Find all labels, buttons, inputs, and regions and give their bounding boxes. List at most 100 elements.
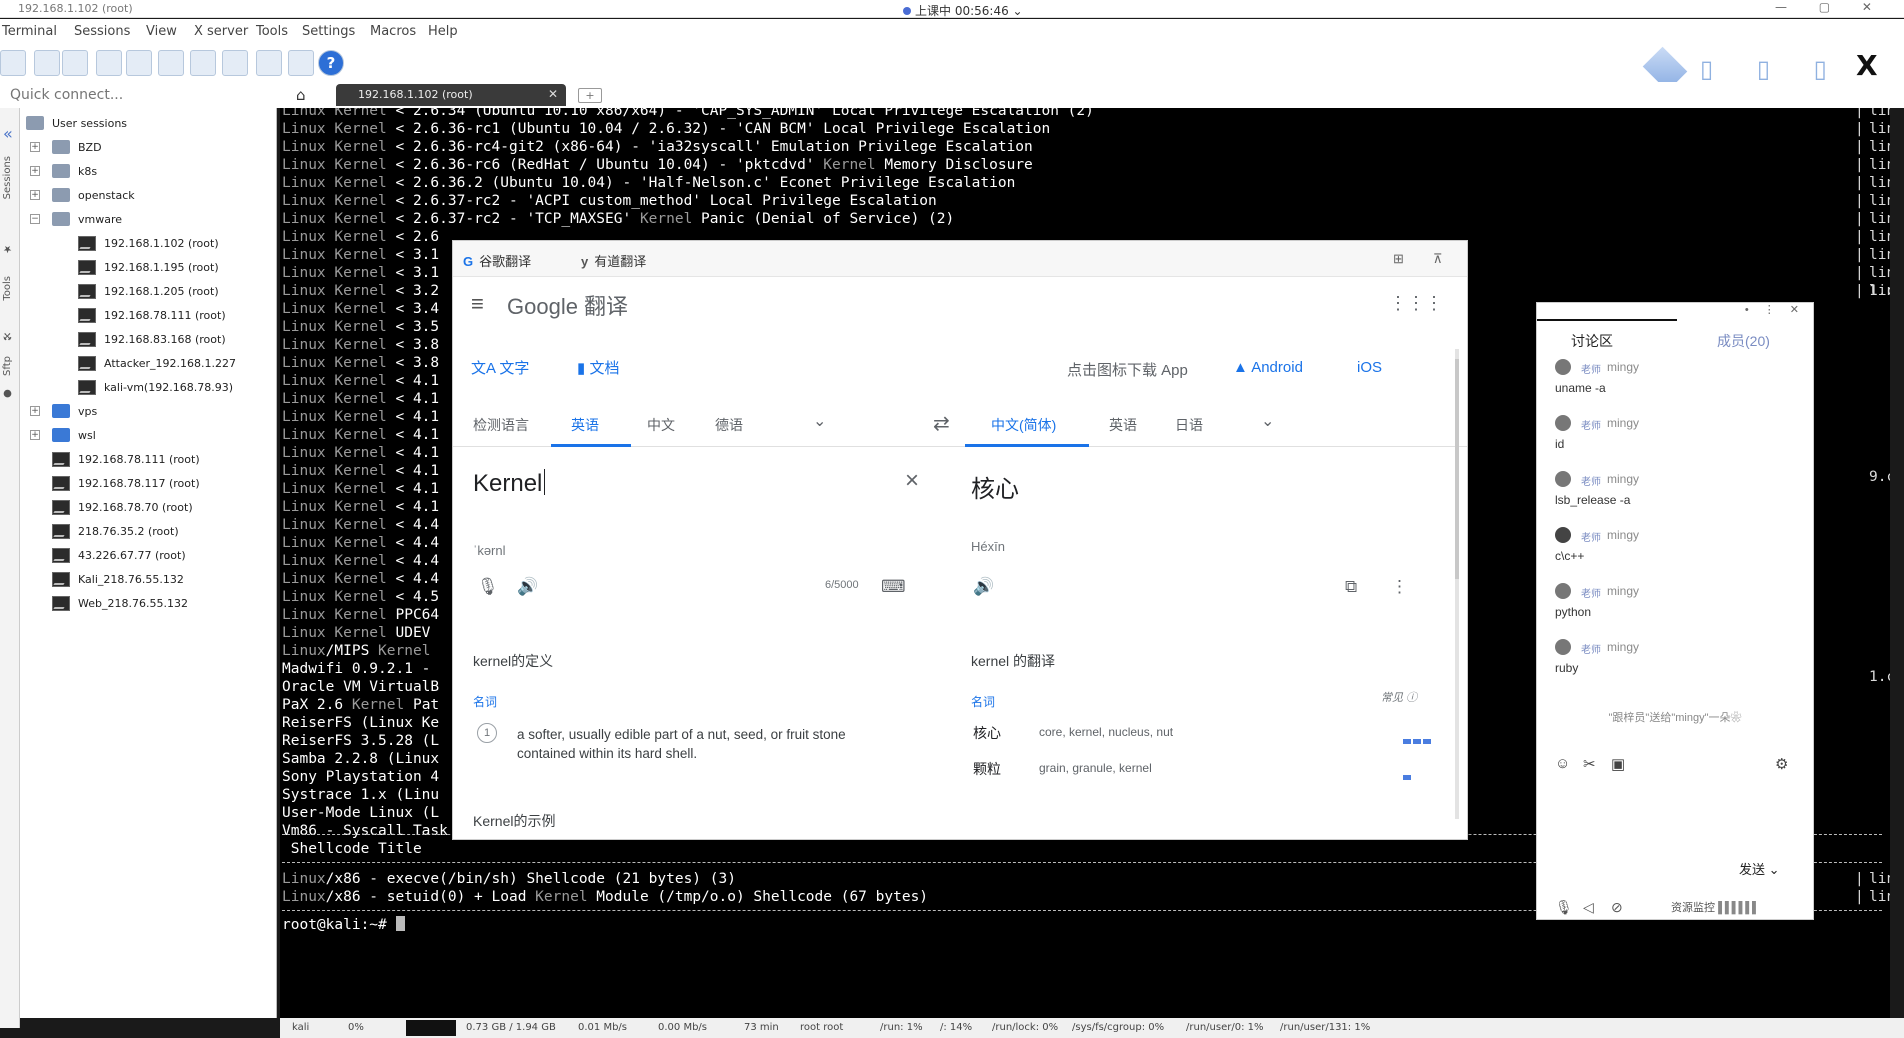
packages-icon[interactable] <box>288 50 314 76</box>
speaker-icon[interactable]: 🔊 <box>517 577 538 597</box>
session-icon[interactable] <box>0 50 26 76</box>
window-titlebar: 192.168.1.102 (root) 上课中 00:56:46 ⌄ — ▢ … <box>0 0 1904 18</box>
speaker-icon[interactable]: 🔊 <box>973 577 994 597</box>
image-icon[interactable]: ▣ <box>1611 755 1625 773</box>
path-fragment: 1.c <box>1869 283 1890 299</box>
definition-number: 1 <box>477 723 497 743</box>
terminal-line: Linux Kernel < 2.6.36-rc1 (Ubuntu 10.04 … <box>282 121 1051 137</box>
column-separator: | <box>1855 108 1864 119</box>
tools-icon[interactable] <box>62 50 88 76</box>
chevron-down-icon[interactable]: ⌄ <box>1013 4 1023 18</box>
gift-notice: "跟梓员"送给"mingy"一朵❀ <box>1608 712 1742 724</box>
multiexec-icon[interactable] <box>222 50 248 76</box>
source-text-input[interactable]: Kernel <box>473 469 545 498</box>
translation-word[interactable]: 颗粒 <box>973 759 1001 779</box>
src-lang-english[interactable]: 英语 <box>571 415 599 435</box>
menu-tools[interactable]: Tools <box>256 24 288 39</box>
tab-youdao-translate[interactable]: y 有道翻译 <box>581 251 646 270</box>
quick-connect-input[interactable] <box>10 85 270 105</box>
apps-grid-icon[interactable]: ⋮⋮⋮ <box>1389 293 1443 314</box>
src-lang-detect[interactable]: 检测语言 <box>473 415 529 435</box>
path-fragment: 1.c <box>1869 669 1890 685</box>
panel-controls[interactable]: • ⋮ ✕ <box>1745 303 1805 316</box>
help-icon[interactable]: ? <box>318 50 344 76</box>
send-button[interactable]: 发送 ⌄ <box>1739 859 1780 878</box>
wrench-icon[interactable]: ⚒ <box>2 330 13 341</box>
tunneling-icon[interactable] <box>256 50 282 76</box>
games-icon[interactable] <box>96 50 122 76</box>
tgt-lang-english[interactable]: 英语 <box>1109 415 1137 435</box>
view-icon[interactable] <box>158 50 184 76</box>
more-vert-icon[interactable]: ⋮ <box>1391 577 1408 597</box>
microphone-icon[interactable]: 🎙 <box>477 577 499 597</box>
speaker-icon[interactable]: ◁ <box>1583 899 1594 916</box>
terminal-line: Linux Kernel < 3.1 <box>282 265 440 281</box>
hamburger-menu-icon[interactable]: ≡ <box>471 291 484 317</box>
collapse-icon[interactable]: « <box>3 124 13 143</box>
swap-languages-icon[interactable]: ⇄ <box>933 411 950 436</box>
tgt-lang-japanese[interactable]: 日语 <box>1175 415 1203 435</box>
menu-settings[interactable]: Settings <box>302 24 355 39</box>
menu-help[interactable]: Help <box>428 24 458 39</box>
keyboard-icon[interactable]: ⌨ <box>881 577 906 597</box>
column-separator: | <box>1855 175 1864 191</box>
microphone-icon[interactable]: 🎙 <box>1555 899 1573 916</box>
terminal-line: Linux Kernel < 2.6 <box>282 229 440 245</box>
tgt-lang-chinese-simplified[interactable]: 中文(简体) <box>991 415 1056 435</box>
ios-link[interactable]: iOS <box>1357 359 1382 376</box>
expand-icon: + <box>30 166 40 176</box>
window-controls[interactable]: — ▢ ✕ <box>1775 0 1886 14</box>
shell-prompt[interactable]: root@kali:~# <box>282 916 405 934</box>
meeting-status[interactable]: 上课中 00:56:46 ⌄ <box>903 2 1023 19</box>
sftp-icon[interactable]: ● <box>2 388 13 399</box>
terminal-line: Linux Kernel < 4.1 <box>282 499 440 515</box>
settings-icon[interactable]: ⚙ <box>1775 755 1788 773</box>
translate-icon: 文A <box>471 360 496 377</box>
exploit-path: linux/local/718.c <box>1869 229 1890 245</box>
mode-document[interactable]: ▮ 文档 <box>577 357 619 378</box>
terminal-line: Linux/MIPS Kernel <box>282 643 431 659</box>
x-server-icon[interactable]: X <box>1856 49 1878 82</box>
resource-monitor[interactable]: 资源监控 ▌▌▌▌▌▌ <box>1671 899 1760 915</box>
star-icon[interactable]: ★ <box>2 243 13 254</box>
terminal-line: Linux Kernel < 3.5 <box>282 319 440 335</box>
tab-discussion[interactable]: 讨论区 <box>1571 331 1613 351</box>
column-separator: | <box>1855 193 1864 209</box>
src-lang-chinese[interactable]: 中文 <box>647 415 675 435</box>
close-icon[interactable]: ✕ <box>548 87 558 101</box>
menu-macros[interactable]: Macros <box>370 24 416 39</box>
translation-word[interactable]: 核心 <box>973 723 1001 743</box>
tab-google-translate[interactable]: G 谷歌翻译 <box>463 251 531 270</box>
home-tab-icon[interactable]: ⌂ <box>296 86 306 104</box>
new-tab-button[interactable]: + <box>578 88 602 103</box>
chevron-down-icon[interactable]: ⌄ <box>1261 411 1274 431</box>
exploit-path: linux/dos/16952.c <box>1869 211 1890 227</box>
menu-terminal[interactable]: Terminal <box>2 24 57 39</box>
menu-sessions[interactable]: Sessions <box>74 24 130 39</box>
pin-icon[interactable]: ⊼ <box>1433 251 1443 267</box>
rail-tools[interactable]: Tools <box>2 276 13 301</box>
rail-sessions[interactable]: Sessions <box>2 156 13 199</box>
chevron-down-icon[interactable]: ⌄ <box>813 411 826 431</box>
column-separator: | <box>1855 247 1864 263</box>
sessions-icon[interactable] <box>126 50 152 76</box>
clear-source-icon[interactable]: × <box>905 467 919 495</box>
tab-members[interactable]: 成员(20) <box>1717 331 1770 351</box>
servers-icon[interactable] <box>34 50 60 76</box>
menu-xserver[interactable]: X server <box>194 24 248 39</box>
mute-icon[interactable]: ⊘ <box>1611 899 1623 916</box>
menu-view[interactable]: View <box>146 24 177 39</box>
copy-icon[interactable]: ⧉ <box>1345 577 1357 597</box>
android-link[interactable]: ▲ Android <box>1233 359 1303 376</box>
src-lang-german[interactable]: 德语 <box>715 415 743 435</box>
grid-icon[interactable]: ⊞ <box>1393 251 1404 267</box>
emoji-icon[interactable]: ☺ <box>1555 755 1570 772</box>
scissors-icon[interactable]: ✂ <box>1583 755 1596 773</box>
tab-session-active[interactable]: 192.168.1.102 (root) ✕ <box>336 84 566 106</box>
scrollbar[interactable] <box>1455 349 1459 819</box>
split-icon[interactable] <box>190 50 216 76</box>
exploit-path: linux/local/15944.c <box>1869 108 1890 119</box>
rail-sftp[interactable]: Sftp <box>2 356 13 376</box>
mode-text[interactable]: 文A 文字 <box>471 357 529 378</box>
chat-message: 老师 mingy id <box>1555 415 1640 451</box>
